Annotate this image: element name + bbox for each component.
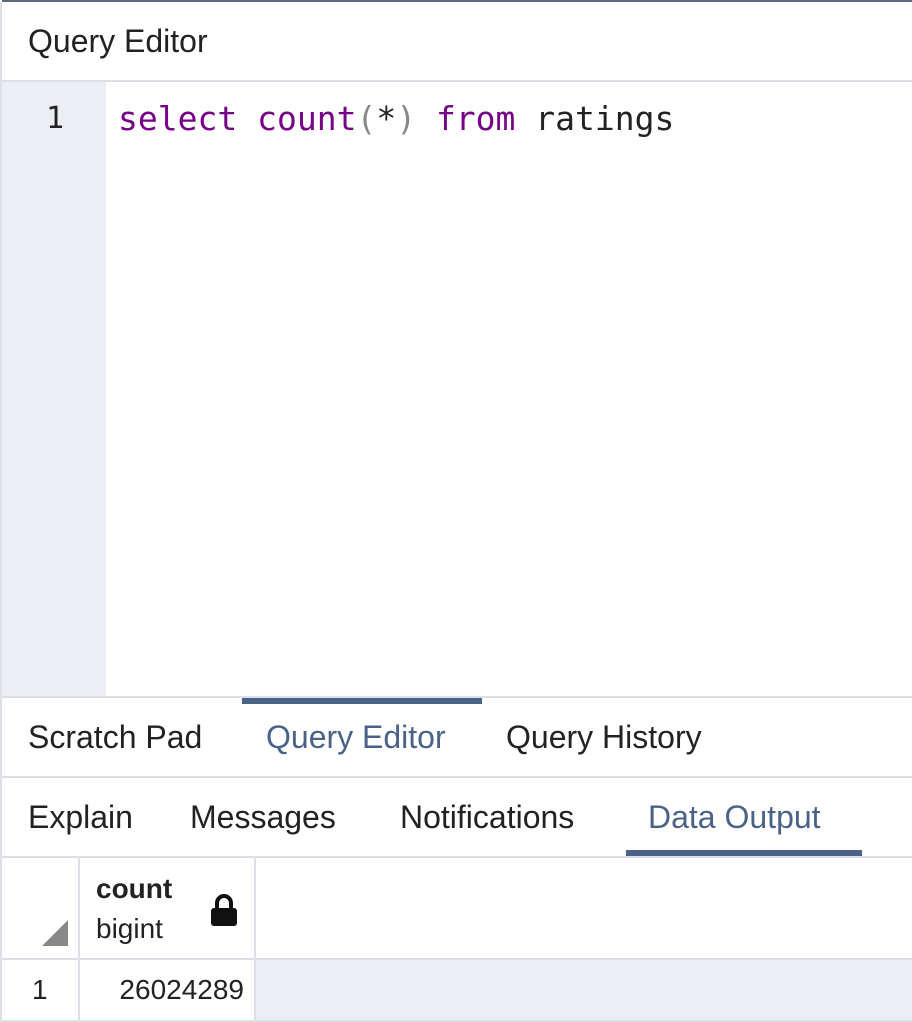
output-tab-bar: Explain Messages Notifications Data Outp… — [2, 778, 912, 856]
cell-value: 26024289 — [119, 974, 244, 1005]
row-number-cell[interactable]: 1 — [2, 960, 80, 1020]
tab-messages[interactable]: Messages — [190, 778, 336, 856]
tab-notifications[interactable]: Notifications — [400, 778, 574, 856]
tab-query-history[interactable]: Query History — [506, 698, 702, 776]
tab-scratch-pad[interactable]: Scratch Pad — [28, 698, 202, 776]
row-filler — [256, 960, 912, 1020]
line-number-gutter: 1 — [2, 82, 106, 698]
column-name: count — [96, 873, 173, 904]
tab-data-output[interactable]: Data Output — [648, 778, 821, 856]
star-operator: * — [376, 99, 397, 138]
line-number: 1 — [46, 101, 65, 136]
panel-title: Query Editor — [28, 23, 208, 59]
lock-icon — [211, 894, 237, 926]
open-paren: ( — [356, 99, 377, 138]
table-name: ratings — [535, 99, 675, 138]
grid-corner-cell[interactable] — [2, 858, 80, 958]
column-type: bigint — [96, 913, 163, 944]
table-cell[interactable]: 26024289 — [80, 960, 256, 1020]
panel-header: Query Editor — [0, 2, 912, 82]
column-header-count[interactable]: count bigint — [80, 858, 256, 958]
sql-editor[interactable]: 1 select count(*) from ratings — [2, 82, 912, 698]
panel-tab-bar: Scratch Pad Query Editor Query History — [2, 698, 912, 776]
table-row[interactable]: 1 26024289 — [2, 960, 912, 1020]
select-all-icon — [42, 920, 68, 946]
tab-query-editor[interactable]: Query Editor — [266, 698, 446, 776]
close-paren: ) — [396, 99, 417, 138]
tab-explain[interactable]: Explain — [28, 778, 133, 856]
keyword-from: from — [435, 99, 516, 138]
keyword-select: select — [118, 99, 238, 138]
keyword-count: count — [257, 99, 357, 138]
code-line[interactable]: select count(*) from ratings — [118, 100, 674, 138]
row-number: 1 — [32, 974, 48, 1005]
data-output-grid: count bigint 1 26024289 — [2, 858, 912, 1022]
